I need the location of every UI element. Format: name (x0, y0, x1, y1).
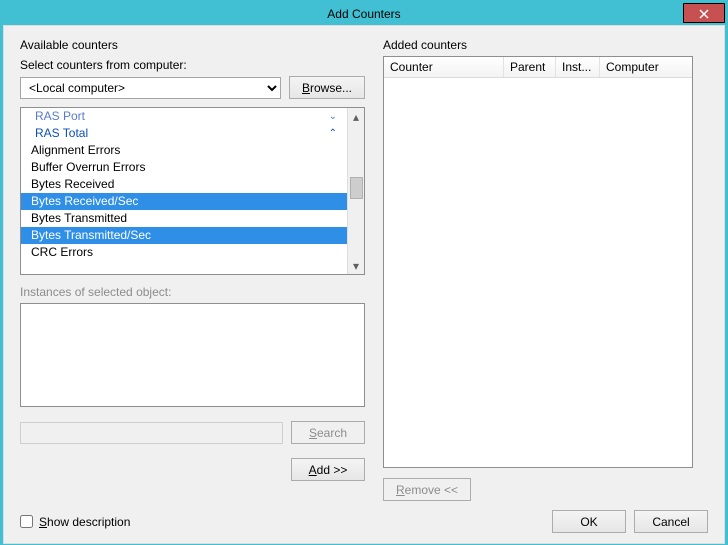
instances-label: Instances of selected object: (20, 285, 365, 299)
scroll-down-icon[interactable]: ▾ (350, 259, 363, 272)
col-counter[interactable]: Counter (384, 57, 504, 77)
counter-item-buffer-overrun[interactable]: Buffer Overrun Errors (21, 159, 347, 176)
show-description-row[interactable]: Show description (20, 515, 130, 529)
search-input (20, 422, 283, 444)
counter-group-ras-port[interactable]: RAS Port ⌄ (21, 108, 347, 125)
added-counters-panel: Added counters Counter Parent Inst... Co… (383, 38, 693, 501)
col-computer[interactable]: Computer (600, 57, 692, 77)
col-parent[interactable]: Parent (504, 57, 556, 77)
added-table-header: Counter Parent Inst... Computer (384, 57, 692, 78)
chevron-down-icon: ⌄ (329, 108, 341, 125)
added-table-body (384, 78, 692, 467)
window-title: Add Counters (327, 7, 400, 21)
counters-list-items: RAS Port ⌄ RAS Total ⌃ Alignment Errors … (21, 108, 347, 274)
added-counters-list[interactable]: Counter Parent Inst... Computer (383, 56, 693, 468)
chevron-up-icon: ⌃ (329, 125, 341, 142)
dialog-footer: Show description OK Cancel (20, 510, 708, 533)
add-button[interactable]: Add >> (291, 458, 365, 481)
close-icon (699, 6, 709, 20)
ok-button[interactable]: OK (552, 510, 626, 533)
computer-combo[interactable]: <Local computer> (20, 77, 281, 99)
counter-group-ras-total[interactable]: RAS Total ⌃ (21, 125, 347, 142)
titlebar[interactable]: Add Counters (3, 3, 725, 25)
counter-item-bytes-received[interactable]: Bytes Received (21, 176, 347, 193)
cancel-button[interactable]: Cancel (634, 510, 708, 533)
scroll-up-icon[interactable]: ▴ (350, 110, 363, 123)
counters-list[interactable]: RAS Port ⌄ RAS Total ⌃ Alignment Errors … (20, 107, 365, 275)
browse-button[interactable]: Browse... (289, 76, 365, 99)
dialog-client: Available counters Select counters from … (3, 25, 725, 544)
close-button[interactable] (683, 3, 725, 23)
show-description-label: Show description (39, 515, 130, 529)
available-counters-panel: Available counters Select counters from … (20, 38, 365, 501)
select-computer-label: Select counters from computer: (20, 58, 365, 72)
window-chrome: Add Counters Available counters Select c… (0, 0, 728, 545)
counters-scrollbar[interactable]: ▴ ▾ (347, 108, 364, 274)
counter-item-bytes-transmitted[interactable]: Bytes Transmitted (21, 210, 347, 227)
scroll-thumb[interactable] (350, 177, 363, 199)
counter-item-bytes-received-sec[interactable]: Bytes Received/Sec (21, 193, 347, 210)
available-counters-label: Available counters (20, 38, 365, 52)
counter-item-crc-errors[interactable]: CRC Errors (21, 244, 347, 261)
col-instance[interactable]: Inst... (556, 57, 600, 77)
added-counters-label: Added counters (383, 38, 693, 52)
instances-list[interactable] (20, 303, 365, 407)
counter-item-alignment-errors[interactable]: Alignment Errors (21, 142, 347, 159)
show-description-checkbox[interactable] (20, 515, 33, 528)
remove-button: Remove << (383, 478, 471, 501)
counter-item-bytes-transmitted-sec[interactable]: Bytes Transmitted/Sec (21, 227, 347, 244)
search-button: Search (291, 421, 365, 444)
